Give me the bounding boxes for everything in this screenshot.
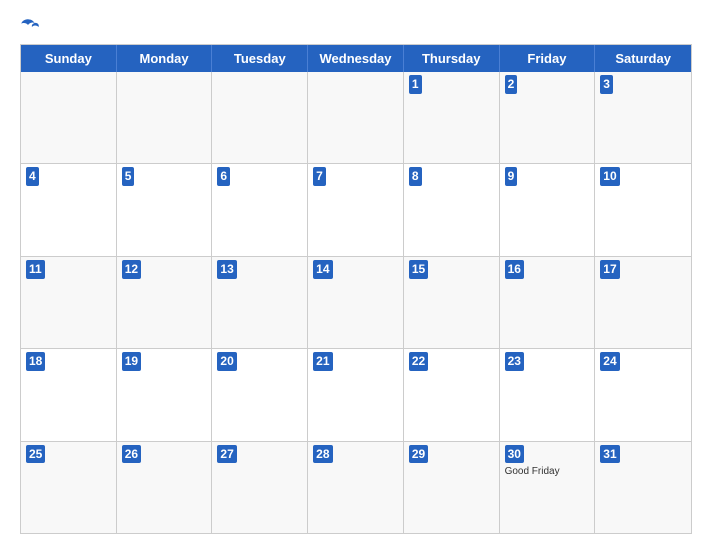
day-cell: [212, 72, 308, 163]
day-number: 13: [217, 260, 236, 279]
day-cell: 20: [212, 349, 308, 440]
day-number: 31: [600, 445, 619, 464]
calendar: SundayMondayTuesdayWednesdayThursdayFrid…: [20, 44, 692, 534]
logo-bird-icon: [20, 16, 40, 34]
day-cell: 31: [595, 442, 691, 533]
day-number: 18: [26, 352, 45, 371]
day-cell: 30Good Friday: [500, 442, 596, 533]
day-number: 24: [600, 352, 619, 371]
day-number: 20: [217, 352, 236, 371]
day-header-sunday: Sunday: [21, 45, 117, 72]
day-cell: 29: [404, 442, 500, 533]
day-cell: 22: [404, 349, 500, 440]
day-headers: SundayMondayTuesdayWednesdayThursdayFrid…: [21, 45, 691, 72]
day-number: 26: [122, 445, 141, 464]
day-cell: 2: [500, 72, 596, 163]
day-cell: 17: [595, 257, 691, 348]
logo: [20, 16, 44, 34]
day-number: 21: [313, 352, 332, 371]
day-number: 8: [409, 167, 422, 186]
week-row-4: 18 19 20 21 22 23 24: [21, 349, 691, 441]
week-row-1: 1 2 3: [21, 72, 691, 164]
day-number: 17: [600, 260, 619, 279]
day-cell: 23: [500, 349, 596, 440]
day-number: 19: [122, 352, 141, 371]
day-number: 10: [600, 167, 619, 186]
day-cell: [308, 72, 404, 163]
day-cell: 8: [404, 164, 500, 255]
day-number: 2: [505, 75, 518, 94]
day-cell: 13: [212, 257, 308, 348]
day-cell: 18: [21, 349, 117, 440]
week-row-5: 252627282930Good Friday31: [21, 442, 691, 533]
day-cell: 14: [308, 257, 404, 348]
day-cell: 25: [21, 442, 117, 533]
day-cell: [117, 72, 213, 163]
day-number: 3: [600, 75, 613, 94]
day-cell: 7: [308, 164, 404, 255]
day-cell: 24: [595, 349, 691, 440]
calendar-body: 1234567891011121314151617181920212223242…: [21, 72, 691, 533]
day-number: 4: [26, 167, 39, 186]
calendar-header: [20, 16, 692, 34]
day-cell: 21: [308, 349, 404, 440]
day-cell: 26: [117, 442, 213, 533]
day-number: 15: [409, 260, 428, 279]
day-cell: 19: [117, 349, 213, 440]
day-cell: 1: [404, 72, 500, 163]
day-number: 12: [122, 260, 141, 279]
holiday-label: Good Friday: [505, 465, 590, 478]
day-cell: 6: [212, 164, 308, 255]
day-number: 28: [313, 445, 332, 464]
day-number: 11: [26, 260, 45, 279]
day-header-monday: Monday: [117, 45, 213, 72]
day-cell: 4: [21, 164, 117, 255]
day-number: 7: [313, 167, 326, 186]
day-header-tuesday: Tuesday: [212, 45, 308, 72]
day-cell: 12: [117, 257, 213, 348]
day-number: 9: [505, 167, 518, 186]
day-cell: 15: [404, 257, 500, 348]
day-number: 5: [122, 167, 135, 186]
day-cell: 28: [308, 442, 404, 533]
day-cell: 9: [500, 164, 596, 255]
day-cell: 16: [500, 257, 596, 348]
day-cell: 5: [117, 164, 213, 255]
day-number: 14: [313, 260, 332, 279]
day-cell: 10: [595, 164, 691, 255]
day-cell: [21, 72, 117, 163]
week-row-2: 4 5 6 7 8 9 10: [21, 164, 691, 256]
day-header-wednesday: Wednesday: [308, 45, 404, 72]
day-header-thursday: Thursday: [404, 45, 500, 72]
day-number: 30: [505, 445, 524, 464]
day-header-saturday: Saturday: [595, 45, 691, 72]
week-row-3: 11 12 13 14 15 16 17: [21, 257, 691, 349]
day-number: 6: [217, 167, 230, 186]
day-number: 27: [217, 445, 236, 464]
day-cell: 27: [212, 442, 308, 533]
day-cell: 3: [595, 72, 691, 163]
day-number: 23: [505, 352, 524, 371]
day-cell: 11: [21, 257, 117, 348]
day-header-friday: Friday: [500, 45, 596, 72]
day-number: 25: [26, 445, 45, 464]
day-number: 22: [409, 352, 428, 371]
day-number: 1: [409, 75, 422, 94]
day-number: 29: [409, 445, 428, 464]
day-number: 16: [505, 260, 524, 279]
